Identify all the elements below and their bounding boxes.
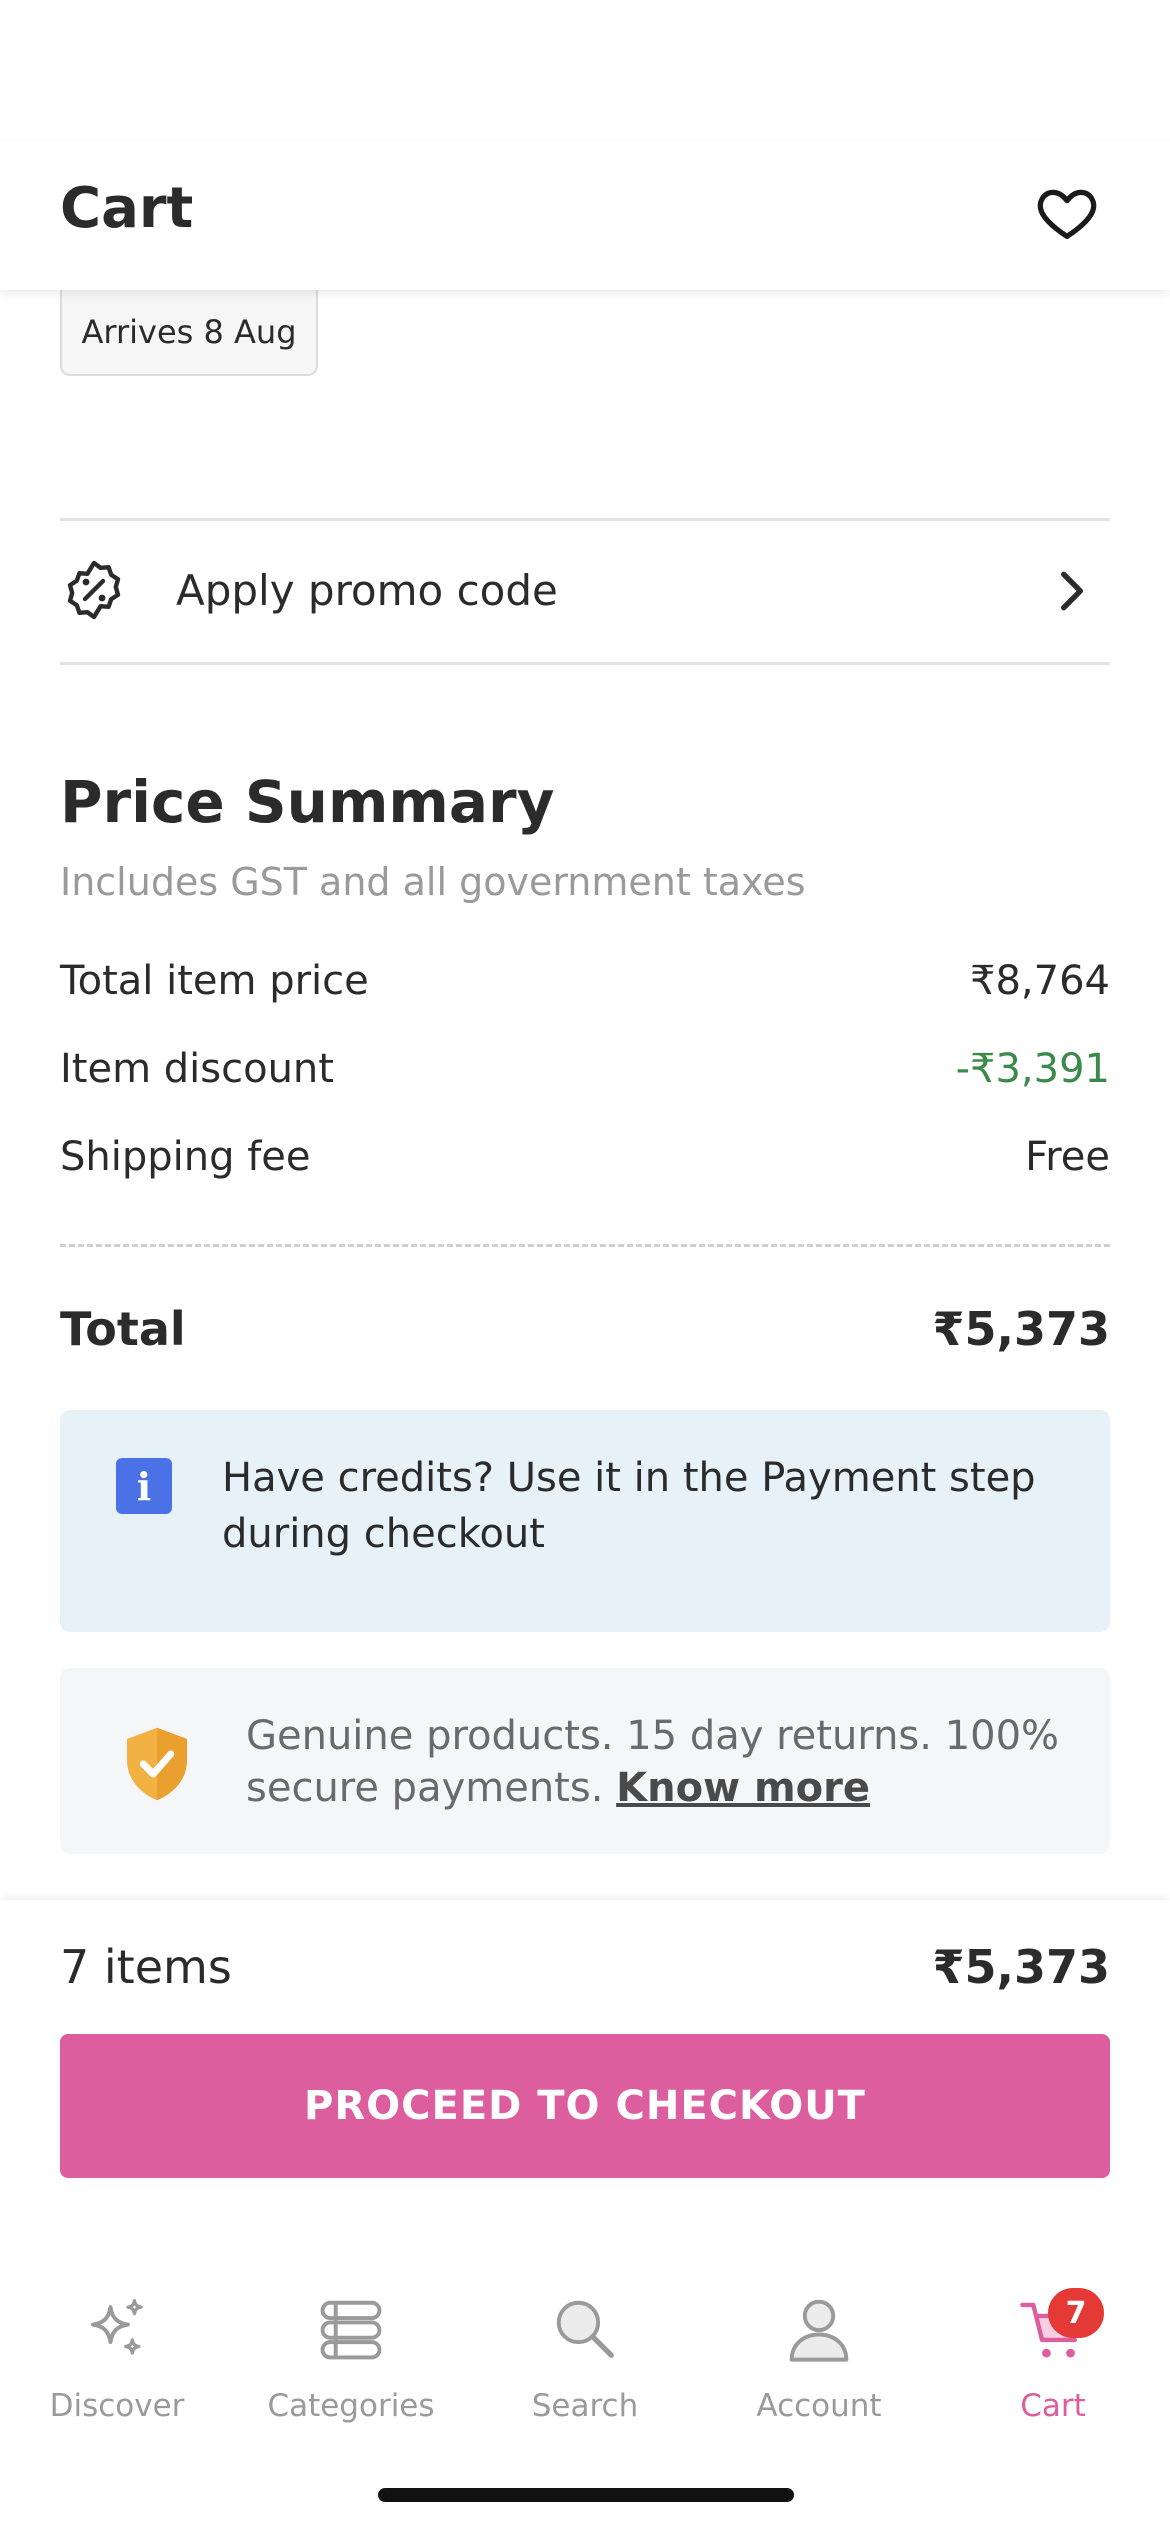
shield-check-icon bbox=[127, 1727, 187, 1801]
wishlist-heart-icon[interactable] bbox=[1034, 180, 1100, 246]
promo-label: Apply promo code bbox=[176, 565, 558, 615]
tab-label: Categories bbox=[267, 2388, 435, 2424]
checkout-footer: 7 items ₹5,373 PROCEED TO CHECKOUT bbox=[0, 1900, 1170, 2200]
tab-label: Search bbox=[531, 2388, 639, 2424]
price-summary-title: Price Summary bbox=[60, 768, 555, 836]
tab-cart[interactable]: 7 Cart bbox=[936, 2260, 1170, 2460]
tab-label: Cart bbox=[1020, 2388, 1086, 2424]
tab-search[interactable]: Search bbox=[468, 2260, 702, 2460]
info-icon: i bbox=[116, 1458, 172, 1514]
credits-info-box: i Have credits? Use it in the Payment st… bbox=[60, 1410, 1110, 1632]
arrival-badge: Arrives 8 Aug bbox=[60, 290, 318, 376]
cart-count-badge: 7 bbox=[1048, 2288, 1104, 2338]
shipping-fee-row: Shipping fee Free bbox=[60, 1134, 1110, 1194]
chevron-right-icon bbox=[1060, 571, 1084, 611]
apply-promo-row[interactable]: Apply promo code bbox=[60, 520, 1110, 660]
divider bbox=[60, 662, 1110, 665]
credits-text: Have credits? Use it in the Payment step… bbox=[222, 1455, 1036, 1557]
items-count: 7 items bbox=[60, 1940, 232, 1994]
total-label: Total bbox=[60, 1302, 186, 1356]
tab-categories[interactable]: Categories bbox=[234, 2260, 468, 2460]
total-value: ₹5,373 bbox=[932, 1302, 1110, 1356]
price-summary-subtitle: Includes GST and all government taxes bbox=[60, 860, 806, 904]
know-more-link[interactable]: Know more bbox=[616, 1765, 870, 1811]
sparkle-icon bbox=[90, 2298, 143, 2355]
tab-label: Discover bbox=[49, 2388, 185, 2424]
app-header: Cart bbox=[0, 140, 1170, 290]
row-label: Item discount bbox=[60, 1046, 334, 1092]
tab-label: Account bbox=[756, 2388, 882, 2424]
home-indicator[interactable] bbox=[378, 2488, 794, 2502]
page-title: Cart bbox=[60, 176, 194, 241]
dashed-divider bbox=[60, 1244, 1110, 1247]
row-value: Free bbox=[1025, 1134, 1110, 1180]
status-bar bbox=[0, 0, 1170, 140]
discount-badge-icon bbox=[67, 560, 121, 620]
trust-text: Genuine products. 15 day returns. 100% s… bbox=[246, 1710, 1086, 1814]
row-value: ₹8,764 bbox=[970, 958, 1110, 1004]
user-icon bbox=[789, 2299, 849, 2362]
total-item-price-row: Total item price ₹8,764 bbox=[60, 958, 1110, 1018]
list-icon bbox=[320, 2300, 382, 2360]
footer-total-price: ₹5,373 bbox=[932, 1940, 1110, 1994]
item-discount-row: Item discount -₹3,391 bbox=[60, 1046, 1110, 1106]
row-label: Shipping fee bbox=[60, 1134, 311, 1180]
row-label: Total item price bbox=[60, 958, 369, 1004]
search-icon bbox=[556, 2300, 614, 2358]
total-row: Total ₹5,373 bbox=[60, 1302, 1110, 1372]
tab-account[interactable]: Account bbox=[702, 2260, 936, 2460]
trust-info-box: Genuine products. 15 day returns. 100% s… bbox=[60, 1668, 1110, 1854]
proceed-to-checkout-button[interactable]: PROCEED TO CHECKOUT bbox=[60, 2034, 1110, 2178]
row-value: -₹3,391 bbox=[955, 1046, 1110, 1092]
tab-discover[interactable]: Discover bbox=[0, 2260, 234, 2460]
